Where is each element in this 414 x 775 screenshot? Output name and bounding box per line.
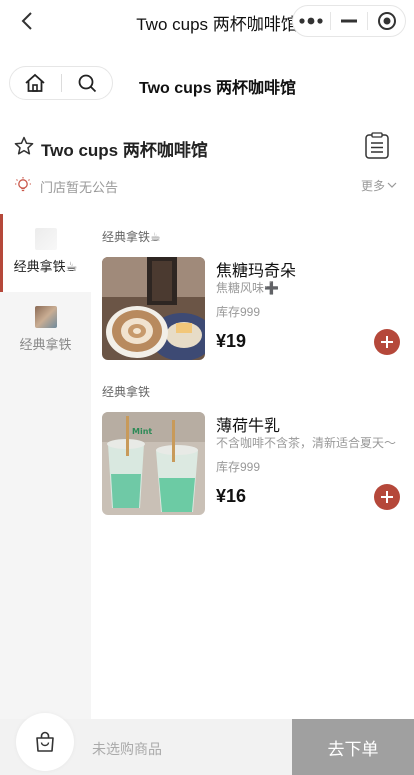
product-image: Mint xyxy=(102,412,205,515)
cart-bar: 未选购商品 去下单 xyxy=(0,713,414,775)
shopping-bag-icon xyxy=(36,731,54,752)
more-dots-icon[interactable] xyxy=(293,6,330,36)
cart-status: 未选购商品 xyxy=(92,741,162,757)
notice-row: 门店暂无公告 更多 xyxy=(0,174,414,196)
product-stock: 库存999 xyxy=(216,460,261,474)
minimize-icon[interactable] xyxy=(331,6,368,36)
plus-icon xyxy=(381,336,393,348)
image-label: Mint xyxy=(132,427,152,436)
product-price: ¥19 xyxy=(216,331,247,351)
close-target-icon[interactable] xyxy=(368,6,405,36)
star-icon[interactable] xyxy=(14,136,34,161)
menu-list-icon[interactable] xyxy=(364,132,390,165)
home-icon[interactable] xyxy=(10,67,61,99)
category-sidebar: 经典拿铁☕ 经典拿铁 xyxy=(0,214,91,719)
search-icon[interactable] xyxy=(62,67,113,99)
product-description: 焦糖风味➕ xyxy=(216,281,279,295)
product-card[interactable]: Mint 薄荷牛乳 不含咖啡不含茶，清新适合夏天～ 库存999 ¥16 xyxy=(102,412,407,517)
store-notice: 门店暂无公告 xyxy=(40,180,119,195)
checkout-button[interactable]: 去下单 xyxy=(292,719,414,775)
plus-icon xyxy=(381,491,393,503)
sidebar-item-label: 经典拿铁☕ xyxy=(13,259,78,274)
store-info: Two cups 两杯咖啡馆 xyxy=(0,132,414,162)
product-card[interactable]: 焦糖玛奇朵 焦糖风味➕ 库存999 ¥19 xyxy=(102,257,407,362)
section-title: 经典拿铁☕ xyxy=(102,230,161,244)
product-price: ¥16 xyxy=(216,486,247,506)
product-image xyxy=(102,257,205,360)
product-name: 焦糖玛奇朵 xyxy=(216,263,297,280)
lightbulb-icon xyxy=(14,176,32,199)
product-description: 不含咖啡不含茶，清新适合夏天～ xyxy=(216,436,397,450)
home-search-pill xyxy=(9,66,113,100)
chevron-down-icon xyxy=(387,182,397,188)
product-name: 薄荷牛乳 xyxy=(216,418,281,435)
more-label: 更多 xyxy=(360,179,385,193)
store-name: Two cups 两杯咖啡馆 xyxy=(41,141,208,160)
sub-header: Two cups 两杯咖啡馆 xyxy=(0,64,414,104)
category-thumbnail xyxy=(34,306,57,328)
add-to-cart-button[interactable] xyxy=(374,484,400,510)
section-title: 经典拿铁 xyxy=(102,385,151,399)
sidebar-item-classic-latte-active[interactable]: 经典拿铁☕ xyxy=(0,214,91,292)
category-thumbnail xyxy=(34,228,57,250)
more-button[interactable]: 更多 xyxy=(361,177,397,194)
sidebar-item-label: 经典拿铁 xyxy=(19,337,72,352)
add-to-cart-button[interactable] xyxy=(374,329,400,355)
product-stock: 库存999 xyxy=(216,305,261,319)
page-title: Two cups 两杯咖啡馆 xyxy=(139,80,297,97)
cart-button[interactable] xyxy=(16,713,74,771)
navbar: Two cups 两杯咖啡馆 xyxy=(0,0,414,44)
capsule-menu xyxy=(292,5,406,37)
sidebar-item-classic-latte[interactable]: 经典拿铁 xyxy=(0,292,91,370)
